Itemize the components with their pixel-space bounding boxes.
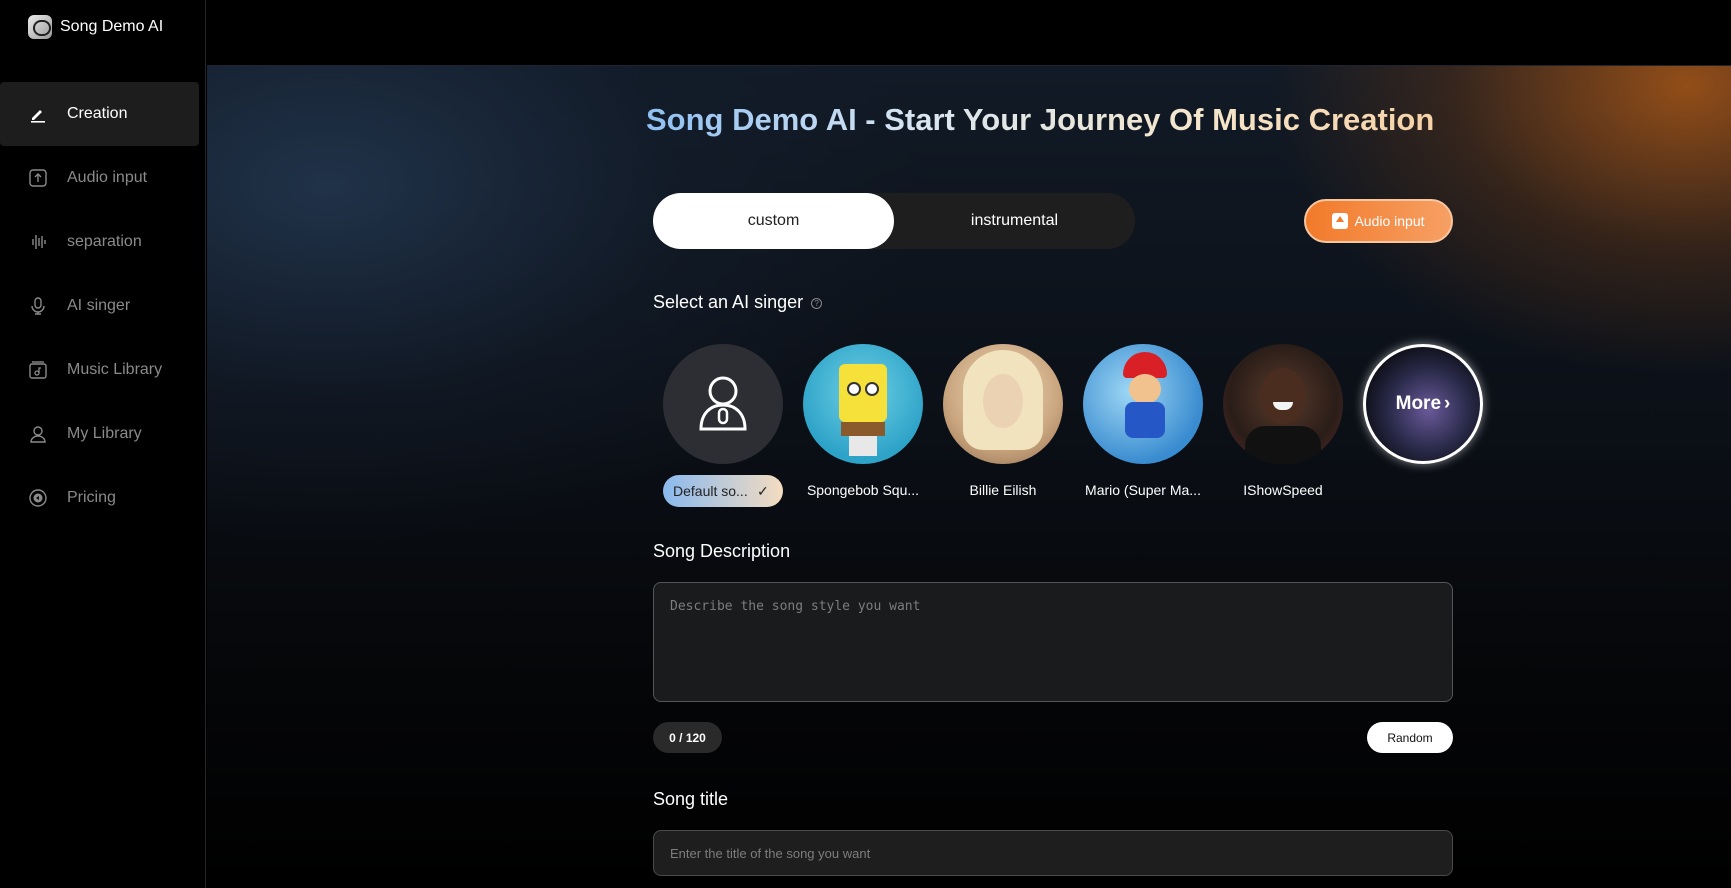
tab-custom[interactable]: custom bbox=[653, 193, 894, 249]
sidebar-item-label: Music Library bbox=[67, 361, 163, 378]
default-singer-icon bbox=[699, 376, 747, 431]
more-label: More bbox=[1395, 393, 1442, 414]
sidebar-item-music-library[interactable]: Music Library bbox=[0, 338, 206, 402]
chevron-right-icon: › bbox=[1444, 393, 1451, 414]
singer-default-selected-tag[interactable]: Default so... ✓ bbox=[663, 475, 783, 507]
waveform-icon bbox=[28, 232, 48, 252]
singer-mario[interactable] bbox=[1083, 344, 1203, 464]
singer-name: Default so... bbox=[673, 483, 748, 499]
singer-section-title: Select an AI singer bbox=[653, 292, 804, 312]
audio-input-button[interactable]: Audio input bbox=[1304, 199, 1453, 243]
singer-default[interactable] bbox=[663, 344, 783, 464]
brand[interactable]: Song Demo AI bbox=[28, 14, 163, 40]
avatar-shape bbox=[839, 364, 887, 422]
sidebar: Song Demo AI Creation Audio input separa… bbox=[0, 0, 206, 888]
avatar-shape bbox=[841, 422, 885, 436]
sidebar-item-label: My Library bbox=[67, 425, 142, 442]
avatar-shape bbox=[847, 382, 861, 396]
mode-tabs: custom instrumental bbox=[653, 193, 1135, 249]
avatar-shape bbox=[1125, 402, 1165, 438]
audio-input-label: Audio input bbox=[1354, 213, 1425, 229]
sidebar-item-audio-input[interactable]: Audio input bbox=[0, 146, 206, 210]
main-content bbox=[207, 66, 1731, 888]
sidebar-item-creation[interactable]: Creation bbox=[0, 82, 199, 146]
pricing-icon bbox=[28, 488, 48, 508]
pencil-icon bbox=[28, 104, 48, 124]
singer-section-label: Select an AI singer ? bbox=[653, 292, 823, 313]
music-folder-icon bbox=[28, 360, 48, 380]
avatar-shape bbox=[865, 382, 879, 396]
sidebar-item-separation[interactable]: separation bbox=[0, 210, 206, 274]
singer-name: IShowSpeed bbox=[1243, 482, 1323, 498]
song-description-input[interactable]: Describe the song style you want bbox=[653, 582, 1453, 702]
random-button[interactable]: Random bbox=[1367, 722, 1453, 753]
sidebar-item-label: separation bbox=[67, 233, 142, 250]
brand-name: Song Demo AI bbox=[60, 18, 164, 35]
singer-name: Spongebob Squ... bbox=[806, 482, 920, 498]
avatar-shape bbox=[849, 436, 877, 456]
page-title: Song Demo AI - Start Your Journey Of Mus… bbox=[646, 102, 1435, 137]
sidebar-item-ai-singer[interactable]: AI singer bbox=[0, 274, 206, 338]
sidebar-nav: Creation Audio input separation AI singe… bbox=[0, 82, 206, 530]
singer-billie-eilish[interactable] bbox=[943, 344, 1063, 464]
help-icon[interactable]: ? bbox=[811, 297, 823, 309]
logo-icon bbox=[28, 15, 52, 39]
singer-name: Mario (Super Ma... bbox=[1085, 482, 1201, 498]
sidebar-item-pricing[interactable]: Pricing bbox=[0, 466, 206, 530]
singer-name: Billie Eilish bbox=[969, 482, 1037, 498]
sidebar-item-label: Creation bbox=[67, 105, 128, 122]
user-icon bbox=[28, 424, 48, 444]
sidebar-item-my-library[interactable]: My Library bbox=[0, 402, 206, 466]
top-bar bbox=[207, 0, 1731, 66]
tab-instrumental[interactable]: instrumental bbox=[894, 193, 1135, 249]
sidebar-item-label: AI singer bbox=[67, 297, 131, 314]
sidebar-item-label: Audio input bbox=[67, 169, 148, 186]
more-singers-button[interactable]: More › bbox=[1363, 344, 1483, 464]
avatar-shape bbox=[1245, 426, 1321, 464]
song-title-input[interactable]: Enter the title of the song you want bbox=[653, 830, 1453, 876]
singer-spongebob[interactable] bbox=[803, 344, 923, 464]
character-counter: 0 / 120 bbox=[653, 722, 722, 753]
avatar-shape bbox=[1261, 368, 1305, 424]
song-title-label: Song title bbox=[653, 789, 729, 809]
avatar-shape bbox=[1129, 374, 1161, 404]
sidebar-item-label: Pricing bbox=[67, 489, 116, 506]
song-description-label: Song Description bbox=[653, 541, 791, 561]
microphone-icon bbox=[28, 296, 48, 316]
avatar-shape bbox=[983, 374, 1023, 428]
check-icon: ✓ bbox=[757, 482, 769, 499]
upload-icon bbox=[28, 168, 48, 188]
upload-icon bbox=[1332, 213, 1349, 229]
singer-ishowspeed[interactable] bbox=[1223, 344, 1343, 464]
